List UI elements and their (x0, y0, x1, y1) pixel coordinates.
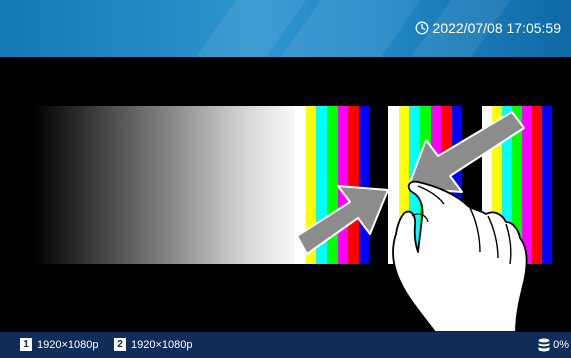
monitor-screen: 2022/07/08 17:05:59 1 1920×1080p 2 1920×… (0, 0, 571, 358)
color-bar (502, 106, 512, 264)
color-bar (482, 106, 492, 264)
color-bar (419, 106, 431, 264)
top-status-bar: 2022/07/08 17:05:59 (0, 0, 571, 57)
color-bar (532, 106, 542, 264)
channel-resolution: 1920×1080p (37, 338, 99, 351)
color-bar (316, 106, 327, 264)
storage-status: 0% (538, 338, 569, 352)
color-bar (305, 106, 317, 264)
color-bar (542, 106, 552, 264)
channel-resolution: 1920×1080p (131, 338, 193, 351)
bottom-status-bar: 1 1920×1080p 2 1920×1080p 0% (0, 332, 571, 358)
datetime-display: 2022/07/08 17:05:59 (415, 20, 561, 36)
color-bar (388, 106, 399, 264)
grayscale-ramp (33, 106, 303, 264)
color-bar (326, 106, 338, 264)
color-bar (441, 106, 452, 264)
color-bar (462, 106, 473, 264)
color-bar (512, 106, 522, 264)
color-bars-1 (295, 106, 380, 264)
color-bar (451, 106, 463, 264)
color-bar (522, 106, 532, 264)
video-preview[interactable] (10, 57, 571, 332)
channel-1-info: 1 1920×1080p (20, 338, 98, 351)
datetime-text: 2022/07/08 17:05:59 (432, 20, 561, 36)
color-bars-3 (482, 106, 562, 264)
color-bar (492, 106, 502, 264)
color-bar (398, 106, 410, 264)
color-bar (295, 106, 306, 264)
channel-number-badge: 1 (20, 338, 32, 351)
color-bar (409, 106, 420, 264)
color-bar (369, 106, 380, 264)
channel-number-badge: 2 (114, 338, 126, 351)
channel-2-info: 2 1920×1080p (114, 338, 192, 351)
color-bar (430, 106, 442, 264)
color-bar (358, 106, 370, 264)
storage-usage: 0% (553, 339, 569, 351)
color-bar (348, 106, 359, 264)
clock-icon (415, 21, 428, 35)
color-bar (337, 106, 349, 264)
database-icon (538, 338, 550, 352)
color-bars-2 (388, 106, 473, 264)
color-bar (552, 106, 562, 264)
